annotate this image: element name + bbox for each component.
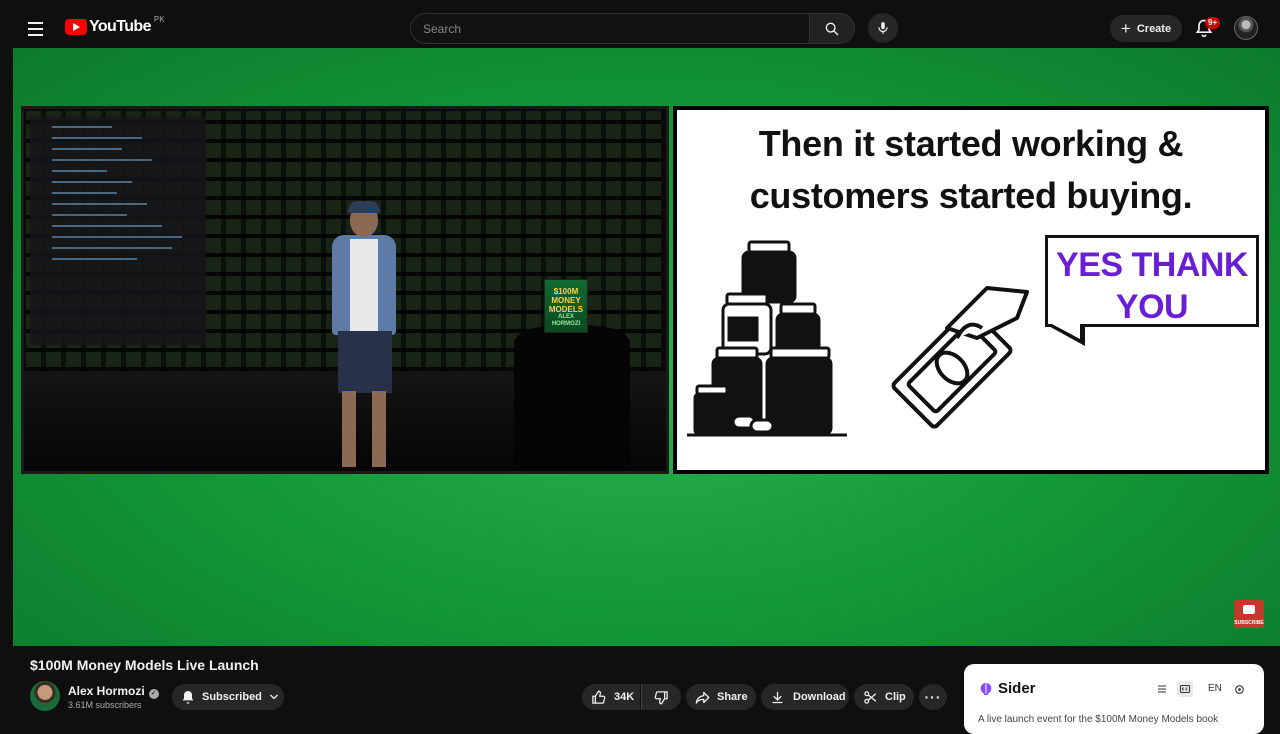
presentation-slide: Then it started working & customers star…: [677, 110, 1265, 470]
live-chat-overlay: [30, 117, 206, 345]
more-dots-icon: ···: [924, 689, 942, 705]
sider-captions-button[interactable]: [1177, 681, 1193, 697]
channel-avatar[interactable]: [30, 681, 60, 711]
plus-icon: +: [1120, 19, 1131, 38]
video-title: $100M Money Models Live Launch: [30, 657, 259, 673]
more-actions-button[interactable]: ···: [919, 684, 947, 710]
sider-brain-icon: [980, 683, 992, 695]
share-icon: [695, 691, 710, 704]
speech-bubble: YES THANK YOU: [1045, 235, 1259, 346]
hand-with-money-icon: [891, 286, 1029, 429]
sider-settings-button[interactable]: [1231, 681, 1247, 697]
verified-check-icon: ✓: [148, 689, 159, 699]
subscriber-count: 3.61M subscribers: [68, 700, 142, 710]
like-count: 34K: [614, 691, 635, 703]
speech-bubble-text: YES THANK YOU: [1056, 246, 1248, 326]
sider-language-button[interactable]: EN: [1208, 683, 1222, 694]
dislike-button[interactable]: [641, 684, 681, 710]
microphone-icon: [878, 22, 888, 34]
download-button[interactable]: Download: [761, 684, 849, 710]
logo-text: YouTube: [89, 18, 151, 35]
youtube-play-icon: [65, 19, 87, 35]
notification-count-badge: 9+: [1205, 17, 1221, 29]
display-table: [514, 325, 630, 471]
youtube-logo[interactable]: YouTube PK: [65, 14, 165, 36]
thumbs-down-icon: [654, 690, 668, 704]
youtube-play-icon: [1243, 605, 1255, 614]
bell-icon: [182, 691, 194, 704]
search-icon: [825, 22, 839, 35]
chevron-down-icon: [269, 694, 278, 700]
share-button[interactable]: Share: [686, 684, 756, 710]
create-button[interactable]: + Create: [1110, 15, 1182, 42]
sider-panel: Sider EN A live launch event for the $10…: [964, 664, 1264, 734]
watermark-label: SUBSCRIBE: [1234, 620, 1264, 626]
supplement-bottles-icon: [687, 240, 847, 437]
download-icon: [772, 691, 783, 703]
hamburger-menu-icon[interactable]: [24, 16, 48, 40]
presenter: [314, 201, 414, 467]
share-label: Share: [717, 691, 748, 703]
list-icon: [1158, 685, 1166, 693]
clip-label: Clip: [885, 691, 906, 703]
account-avatar[interactable]: [1234, 16, 1258, 40]
subscribe-watermark-button[interactable]: SUBSCRIBE: [1234, 600, 1264, 628]
gear-icon: [1234, 684, 1244, 694]
search-button[interactable]: [809, 13, 855, 44]
book-display: $100M MONEY MODELS ALEX HORMOZI: [544, 279, 588, 333]
subscribed-button[interactable]: Subscribed: [172, 684, 284, 710]
stage-video-panel: $100M MONEY MODELS ALEX HORMOZI: [21, 106, 669, 474]
sider-list-button[interactable]: [1154, 681, 1170, 697]
thumbs-up-icon: [592, 690, 606, 704]
scissors-icon: [864, 690, 877, 704]
clip-button[interactable]: Clip: [854, 684, 914, 710]
subscribed-label: Subscribed: [202, 691, 262, 703]
sider-title: Sider: [998, 680, 1036, 697]
like-button[interactable]: 34K: [582, 684, 640, 710]
captions-icon: [1180, 685, 1190, 693]
slide-title: Then it started working & customers star…: [749, 123, 1193, 216]
slide-panel: Then it started working & customers star…: [673, 106, 1269, 474]
search-input[interactable]: [410, 13, 810, 44]
channel-name-link[interactable]: Alex Hormozi ✓: [68, 684, 159, 699]
create-label: Create: [1136, 22, 1172, 35]
voice-search-button[interactable]: [868, 13, 898, 43]
region-code: PK: [153, 14, 165, 24]
download-label: Download: [793, 691, 846, 703]
